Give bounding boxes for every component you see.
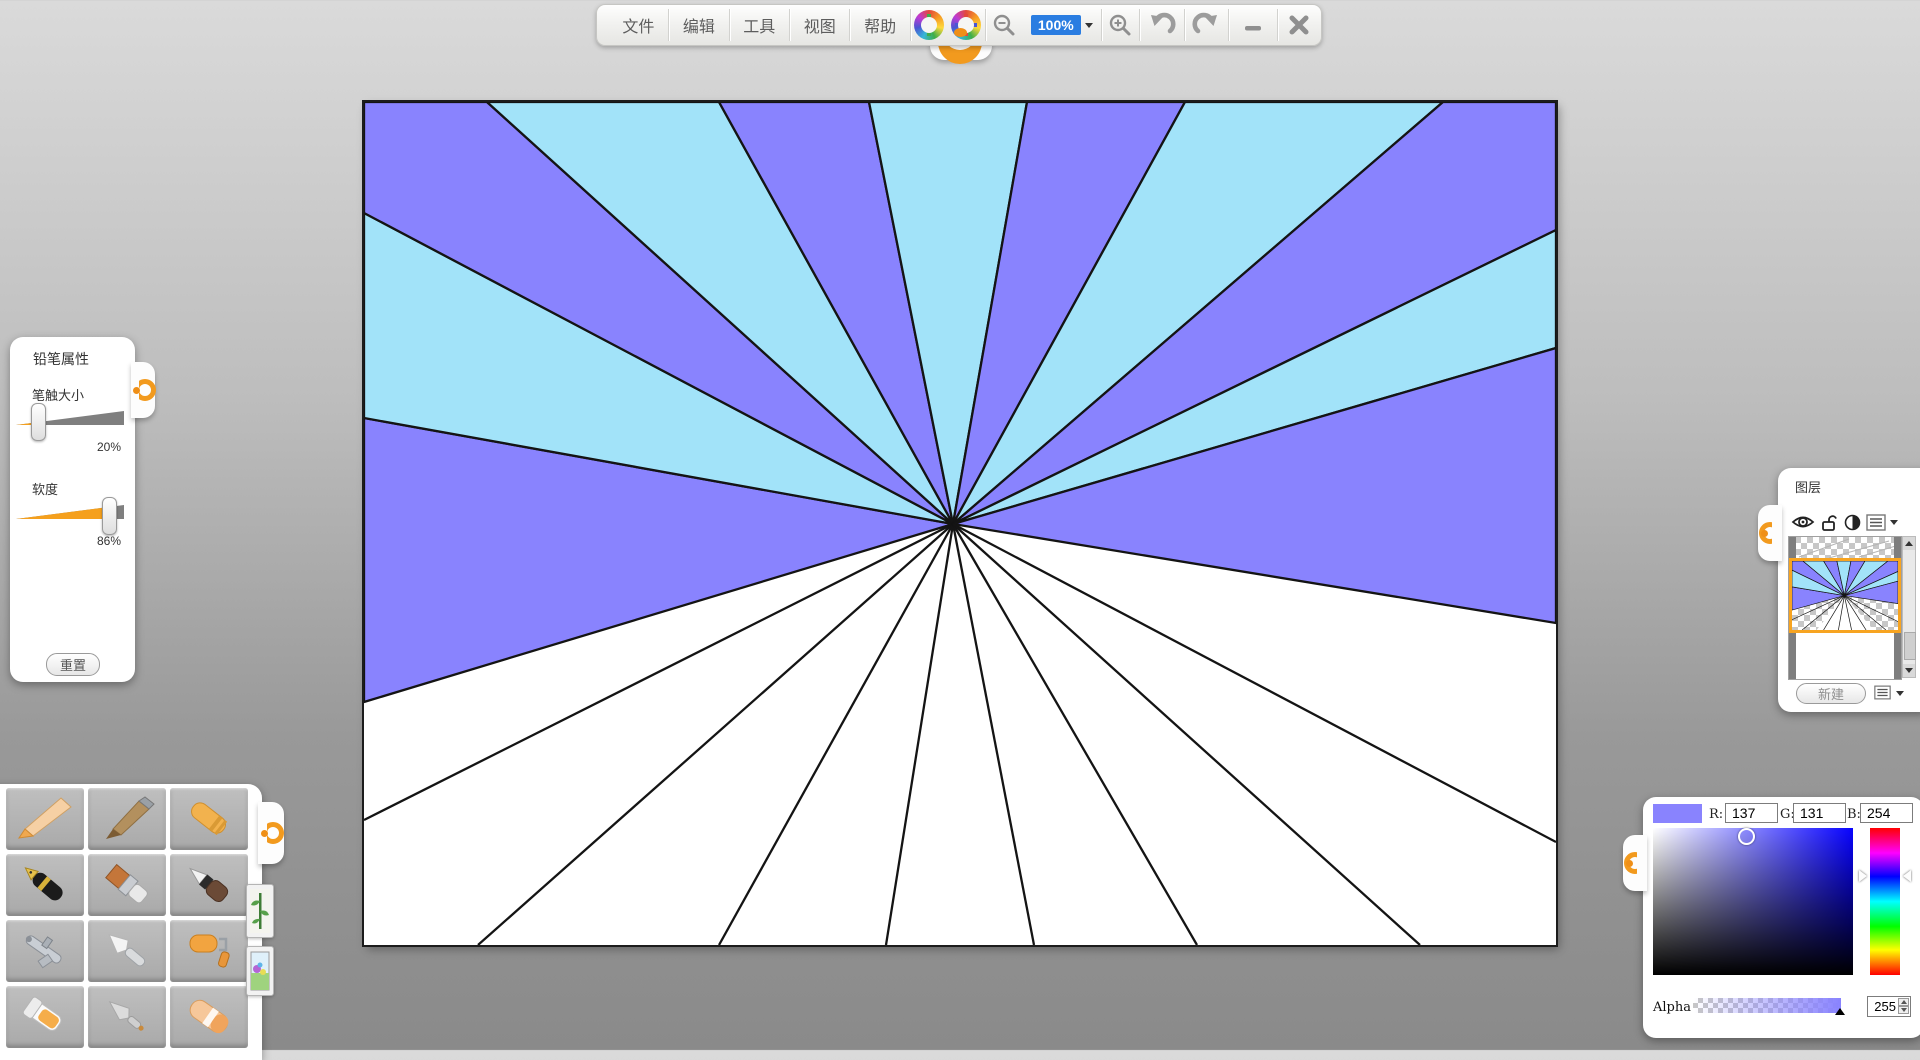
alpha-marker[interactable] (1835, 1008, 1845, 1015)
paint-roller-icon (181, 928, 237, 974)
layer-menu-caret[interactable] (1890, 520, 1898, 525)
layer-visibility-eye-icon[interactable] (1791, 514, 1815, 535)
red-field[interactable] (1725, 803, 1778, 823)
layer-row-background[interactable] (1789, 633, 1901, 679)
tool-palette-knife[interactable] (88, 920, 166, 982)
tool-paint-jar[interactable] (6, 986, 84, 1048)
clown-left-eye-icon (911, 5, 948, 45)
alpha-label: Alpha (1653, 1000, 1691, 1015)
clown-right-eye-icon (948, 5, 985, 45)
layers-panel: 图层 新建 (1778, 468, 1920, 712)
alpha-spin-up[interactable] (1898, 998, 1909, 1006)
tool-ink-brush[interactable] (170, 854, 248, 916)
layer-unlock-icon[interactable] (1820, 514, 1840, 536)
menu-view[interactable]: 视图 (790, 5, 849, 45)
zoom-out-button[interactable] (986, 5, 1023, 45)
layer-list (1788, 536, 1902, 680)
eraser-icon (181, 994, 237, 1040)
tool-eraser[interactable] (170, 986, 248, 1048)
brush-size-label: 笔触大小 (32, 385, 84, 404)
layer-row-sketch[interactable] (1789, 537, 1901, 558)
undo-button[interactable] (1140, 5, 1184, 45)
alpha-spin-down[interactable] (1898, 1006, 1909, 1014)
clown-nose-icon (954, 28, 967, 37)
new-layer-menu-list-icon[interactable] (1874, 685, 1891, 705)
zoom-in-button[interactable] (1102, 5, 1139, 45)
new-layer-menu-caret[interactable] (1896, 691, 1904, 696)
menu-edit[interactable]: 编辑 (669, 5, 728, 45)
alpha-value: 255 (1874, 999, 1896, 1014)
bamboo-brush-pack-button[interactable] (246, 884, 274, 938)
zoom-dropdown-caret[interactable] (1085, 23, 1093, 28)
layer-row-starburst-selected[interactable] (1789, 558, 1901, 633)
pencil-properties-panel: 铅笔属性 笔触大小 20% 软度 86% 重置 (10, 337, 135, 682)
layers-panel-drag-tab[interactable] (1758, 505, 1782, 561)
hue-marker-left[interactable] (1859, 870, 1867, 882)
scroll-up-button[interactable] (1903, 537, 1915, 550)
charcoal-stick-icon (99, 796, 155, 842)
color-picker-panel: R: G: B: Alpha 255 (1643, 797, 1920, 1038)
pencil-panel-title: 铅笔属性 (33, 349, 89, 369)
zoom-level-combo[interactable]: 100% (1023, 5, 1101, 45)
fountain-pen-icon (17, 862, 73, 908)
color-panel-drag-tab[interactable] (1623, 835, 1647, 891)
palette-knife-icon (99, 928, 155, 974)
tool-palette-panel (0, 784, 262, 1060)
tool-paint-brush[interactable] (88, 854, 166, 916)
paint-jar-icon (17, 994, 73, 1040)
redo-button[interactable] (1184, 5, 1228, 45)
new-layer-button[interactable]: 新建 (1796, 683, 1866, 704)
main-toolbar: 文件 编辑 工具 视图 帮助 100% (596, 4, 1322, 46)
layers-panel-title: 图层 (1795, 477, 1821, 496)
hue-marker-right[interactable] (1903, 870, 1911, 882)
zoom-level-value[interactable]: 100% (1031, 15, 1081, 35)
hue-strip[interactable] (1870, 828, 1900, 975)
softness-label: 软度 (32, 479, 58, 498)
tool-crayon[interactable] (170, 788, 248, 850)
layer-menu-list-icon[interactable] (1866, 514, 1886, 536)
green-field[interactable] (1793, 803, 1846, 823)
pencil-panel-drag-tab[interactable] (131, 362, 155, 418)
picture-stamp-pack-button[interactable] (246, 946, 274, 996)
ink-brush-icon (181, 862, 237, 908)
brush-size-slider-thumb[interactable] (31, 403, 46, 441)
tool-spatula[interactable] (88, 986, 166, 1048)
tool-pencil[interactable] (6, 788, 84, 850)
blue-field[interactable] (1860, 803, 1913, 823)
brush-size-slider[interactable] (16, 409, 124, 435)
airbrush-icon (17, 928, 73, 974)
red-label: R: (1709, 807, 1723, 822)
drawing-canvas[interactable] (364, 102, 1556, 945)
blue-label: B: (1847, 807, 1861, 822)
layer-opacity-icon[interactable] (1844, 514, 1861, 536)
softness-value: 86% (97, 534, 121, 548)
tool-palette-drag-tab[interactable] (258, 802, 284, 864)
tool-airbrush[interactable] (6, 920, 84, 982)
menu-help[interactable]: 帮助 (850, 5, 909, 45)
minimize-button[interactable] (1229, 5, 1277, 45)
spatula-icon (99, 994, 155, 1040)
paint-brush-icon (99, 862, 155, 908)
brush-size-value: 20% (97, 440, 121, 454)
alpha-value-box[interactable]: 255 (1867, 996, 1911, 1017)
close-button[interactable] (1278, 5, 1321, 45)
crayon-icon (181, 796, 237, 842)
tool-fountain-pen[interactable] (6, 854, 84, 916)
scrollbar-thumb[interactable] (1904, 632, 1916, 660)
softness-slider[interactable] (16, 503, 124, 529)
current-color-swatch (1653, 804, 1702, 823)
tool-paint-roller[interactable] (170, 920, 248, 982)
pencil-icon (17, 796, 73, 842)
menu-file[interactable]: 文件 (609, 5, 668, 45)
saturation-value-gradient[interactable] (1653, 828, 1853, 975)
alpha-slider[interactable] (1693, 998, 1841, 1013)
menu-tools[interactable]: 工具 (730, 5, 789, 45)
reset-button[interactable]: 重置 (46, 653, 100, 676)
sv-cursor-ring[interactable] (1738, 828, 1755, 845)
layer-list-scrollbar[interactable] (1902, 536, 1916, 678)
tool-charcoal-stick[interactable] (88, 788, 166, 850)
softness-slider-thumb[interactable] (102, 497, 117, 535)
scroll-down-button[interactable] (1903, 664, 1915, 677)
